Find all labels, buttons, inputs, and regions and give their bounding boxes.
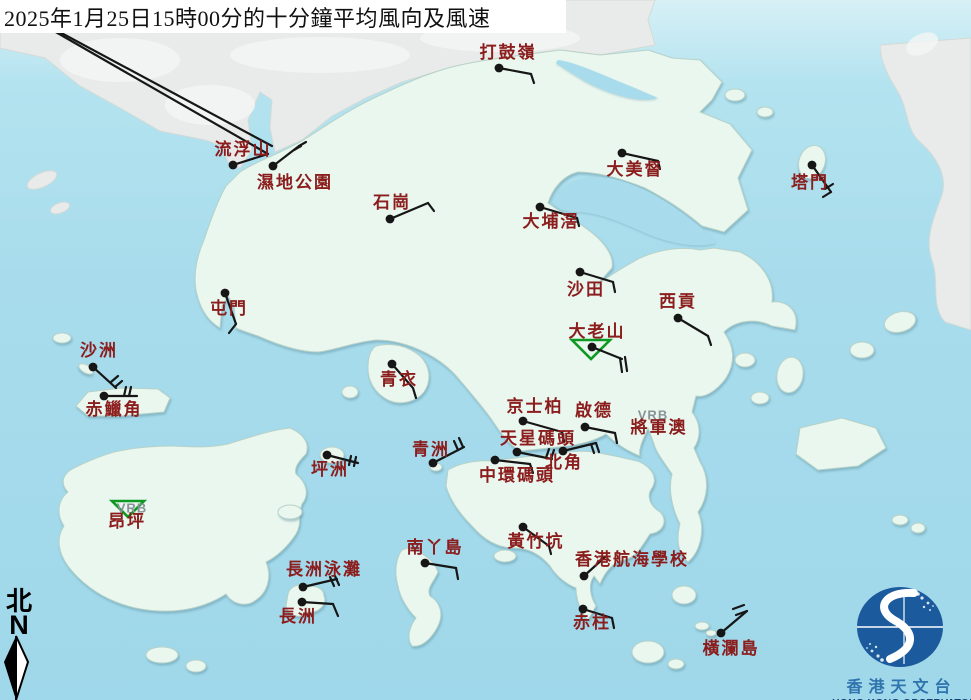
station-label: 赤柱 xyxy=(573,612,611,632)
ninepin-islands-2 xyxy=(910,522,926,534)
station-dot xyxy=(490,455,500,465)
station-dot xyxy=(298,582,308,592)
station-label: 坪洲 xyxy=(311,460,349,479)
ninepin-islands xyxy=(891,514,909,526)
station-label: 昂坪 xyxy=(108,512,146,531)
lung-kwu-chau-islet xyxy=(52,332,72,344)
station-label: 沙田 xyxy=(567,280,605,299)
station-label: 將軍澳 xyxy=(631,417,688,437)
station-label: 赤鱲角 xyxy=(86,399,143,419)
station-dot xyxy=(494,63,504,73)
title-bar: 2025年1月25日15時00分的十分鐘平均風向及風速 xyxy=(0,0,566,33)
station-dot xyxy=(387,359,397,369)
station-dot xyxy=(716,628,726,638)
station-label: 黃竹坑 xyxy=(507,531,565,551)
station-label: 青洲 xyxy=(412,439,450,459)
station-label: 屯門 xyxy=(210,298,248,318)
station-label: 香港航海學校 xyxy=(575,549,689,569)
port-shelter-islet xyxy=(734,352,756,368)
station-dot xyxy=(807,160,817,170)
station-label: 長洲泳灘 xyxy=(286,559,362,579)
station-dot xyxy=(579,571,589,581)
hko-logo-chinese: 香港天文台 xyxy=(846,679,957,696)
station-dot xyxy=(518,416,528,426)
wind-map-screen: 打鼓嶺流浮山濕地公園石崗 大美督塔門大埔滘沙田西貢大老山 屯門沙洲赤鱲角 青衣京士柏啟… xyxy=(0,0,971,700)
station-label: 大美督 xyxy=(607,159,664,179)
station-label: 長洲 xyxy=(279,607,317,626)
map-title: 2025年1月25日15時00分的十分鐘平均風向及風速 xyxy=(4,5,491,31)
station-label: 京士柏 xyxy=(507,396,564,416)
hko-logo: 香港天文台 HONG KONG OBSERVATORY xyxy=(832,583,971,700)
kat-o-islands-2 xyxy=(756,106,774,118)
po-toi-islet xyxy=(667,658,685,670)
station-label: 塔門 xyxy=(791,172,829,192)
station-dot xyxy=(220,288,230,298)
station-label: 石崗 xyxy=(372,193,411,212)
po-toi-island xyxy=(631,640,665,664)
soko-islands xyxy=(145,646,179,664)
station-dot xyxy=(518,522,528,532)
basalt-island xyxy=(849,341,875,359)
compass: 北 N xyxy=(2,589,36,640)
station-dot xyxy=(428,458,438,468)
waglan-islets xyxy=(694,621,710,631)
ap-lei-chau-island xyxy=(493,549,517,563)
station-dot xyxy=(322,450,332,460)
station-label: 天星碼頭 xyxy=(500,429,576,448)
port-shelter-islet-2 xyxy=(750,391,770,405)
compass-north-letter: N xyxy=(9,610,29,640)
station-dot xyxy=(673,313,683,323)
soko-islands-2 xyxy=(185,659,207,673)
station-label: 橫瀾島 xyxy=(703,638,760,658)
station-label: 中環碼頭 xyxy=(479,465,555,485)
station-dot xyxy=(617,148,627,158)
tung-lung-island xyxy=(671,585,697,605)
hei-ling-chau-island xyxy=(277,504,303,520)
station-dot xyxy=(575,267,585,277)
station-dot xyxy=(512,447,522,457)
station-label: 西貢 xyxy=(659,292,697,311)
station-label: 大埔滘 xyxy=(523,211,580,231)
station-dot xyxy=(385,214,395,224)
station-label: 南丫島 xyxy=(407,537,464,557)
station-label: 大老山 xyxy=(569,321,626,341)
station-label: 流浮山 xyxy=(215,139,272,159)
station-dot xyxy=(297,597,307,607)
station-label: 打鼓嶺 xyxy=(480,42,537,62)
station-dot xyxy=(535,202,545,212)
station-dot xyxy=(587,342,597,352)
hong-kong-map: 打鼓嶺流浮山濕地公園石崗 大美督塔門大埔滘沙田西貢大老山 屯門沙洲赤鱲角 青衣京士柏啟… xyxy=(0,0,971,700)
station-dot xyxy=(268,161,278,171)
waglan-islets-2 xyxy=(705,629,717,637)
station-label: 濕地公園 xyxy=(257,172,333,192)
station-dot xyxy=(228,160,238,170)
station-label: 沙洲 xyxy=(80,341,118,360)
kat-o-islands xyxy=(724,88,746,102)
station-dot xyxy=(88,362,98,372)
station-label: 啟德 xyxy=(575,400,613,420)
station-dot xyxy=(580,422,590,432)
station-dot xyxy=(420,558,430,568)
station-label: 青衣 xyxy=(380,369,418,389)
ma-wan-island xyxy=(341,385,359,399)
